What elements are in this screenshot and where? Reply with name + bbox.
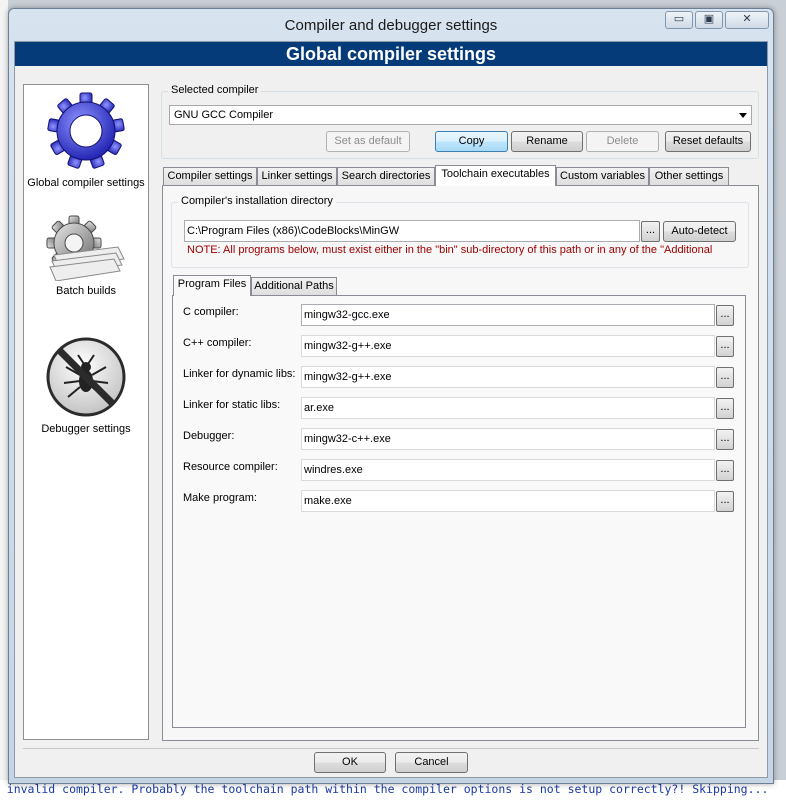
static-linker-input[interactable]: ar.exe — [301, 397, 715, 419]
rename-button[interactable]: Rename — [511, 131, 583, 152]
reset-defaults-button[interactable]: Reset defaults — [665, 131, 751, 152]
selected-compiler-label: Selected compiler — [168, 84, 262, 96]
settings-dialog: Compiler and debugger settings ▭ ▣ ✕ Glo… — [8, 8, 774, 784]
tab-linker-settings[interactable]: Linker settings — [257, 167, 337, 185]
tab-other-settings[interactable]: Other settings — [649, 167, 729, 185]
dynamic-linker-label: Linker for dynamic libs: — [183, 368, 296, 380]
installation-note: NOTE: All programs below, must exist eit… — [187, 244, 713, 256]
maximize-button[interactable]: ▣ — [695, 11, 723, 29]
browse-static-linker-button[interactable]: ... — [716, 398, 734, 419]
program-files-page: C compiler: mingw32-gcc.exe ... C++ comp… — [172, 295, 746, 728]
batch-gears-icon — [46, 215, 125, 281]
installation-dir-label: Compiler's installation directory — [178, 195, 336, 207]
copy-button[interactable]: Copy — [435, 131, 508, 152]
ok-button[interactable]: OK — [314, 752, 386, 773]
debugger-label: Debugger: — [183, 430, 235, 442]
compiler-select-value: GNU GCC Compiler — [174, 109, 274, 121]
tab-custom-variables[interactable]: Custom variables — [556, 167, 649, 185]
minimize-button[interactable]: ▭ — [665, 11, 693, 29]
browse-debugger-button[interactable]: ... — [716, 429, 734, 450]
browse-installation-dir-button[interactable]: ... — [641, 221, 660, 242]
cpp-compiler-label: C++ compiler: — [183, 337, 252, 349]
category-batch-builds[interactable]: Batch builds — [24, 215, 148, 297]
cpp-compiler-input[interactable]: mingw32-g++.exe — [301, 335, 715, 357]
tab-additional-paths[interactable]: Additional Paths — [251, 277, 337, 295]
page-title: Global compiler settings — [15, 42, 767, 66]
no-bug-icon — [46, 337, 126, 417]
browse-resource-compiler-button[interactable]: ... — [716, 460, 734, 481]
close-button[interactable]: ✕ — [725, 11, 769, 29]
window-title: Compiler and debugger settings — [284, 17, 498, 34]
browse-cpp-compiler-button[interactable]: ... — [716, 336, 734, 357]
gear-icon — [47, 92, 125, 169]
c-compiler-label: C compiler: — [183, 306, 239, 318]
category-debugger[interactable]: Debugger settings — [24, 335, 148, 435]
category-label: Batch builds — [56, 285, 116, 297]
browse-make-program-button[interactable]: ... — [716, 491, 734, 512]
tab-compiler-settings[interactable]: Compiler settings — [163, 167, 257, 185]
tab-program-files[interactable]: Program Files — [173, 275, 251, 296]
cancel-button[interactable]: Cancel — [395, 752, 468, 773]
dynamic-linker-input[interactable]: mingw32-g++.exe — [301, 366, 715, 388]
set-as-default-button[interactable]: Set as default — [326, 131, 410, 152]
dialog-client: Global compiler settings Global compiler… — [14, 41, 768, 778]
program-subtabs: Program Files Additional Paths — [173, 275, 473, 296]
resource-compiler-input[interactable]: windres.exe — [301, 459, 715, 481]
window-controls: ▭ ▣ ✕ — [665, 11, 769, 29]
delete-button[interactable]: Delete — [586, 131, 659, 152]
chevron-down-icon — [739, 113, 747, 118]
browse-dynamic-linker-button[interactable]: ... — [716, 367, 734, 388]
browse-c-compiler-button[interactable]: ... — [716, 305, 734, 326]
category-list: Global compiler settings Batch builds De… — [23, 84, 149, 740]
static-linker-label: Linker for static libs: — [183, 399, 281, 411]
category-label: Global compiler settings — [27, 177, 145, 189]
c-compiler-input[interactable]: mingw32-gcc.exe — [301, 304, 715, 326]
tab-toolchain-executables[interactable]: Toolchain executables — [435, 165, 556, 186]
settings-tabs: Compiler settings Linker settings Search… — [163, 165, 759, 186]
make-program-label: Make program: — [183, 492, 257, 504]
resource-compiler-label: Resource compiler: — [183, 461, 278, 473]
footer-divider — [23, 748, 759, 749]
category-global-compiler[interactable]: Global compiler settings — [24, 89, 148, 189]
tab-search-directories[interactable]: Search directories — [337, 167, 435, 185]
category-label: Debugger settings — [41, 423, 131, 435]
debugger-input[interactable]: mingw32-c++.exe — [301, 428, 715, 450]
background-window — [0, 0, 8, 805]
installation-dir-input[interactable]: C:\Program Files (x86)\CodeBlocks\MinGW — [184, 220, 640, 242]
toolchain-tab-page: Compiler's installation directory C:\Pro… — [162, 185, 759, 741]
auto-detect-button[interactable]: Auto-detect — [663, 221, 736, 242]
make-program-input[interactable]: make.exe — [301, 490, 715, 512]
compiler-select[interactable]: GNU GCC Compiler — [169, 105, 752, 125]
